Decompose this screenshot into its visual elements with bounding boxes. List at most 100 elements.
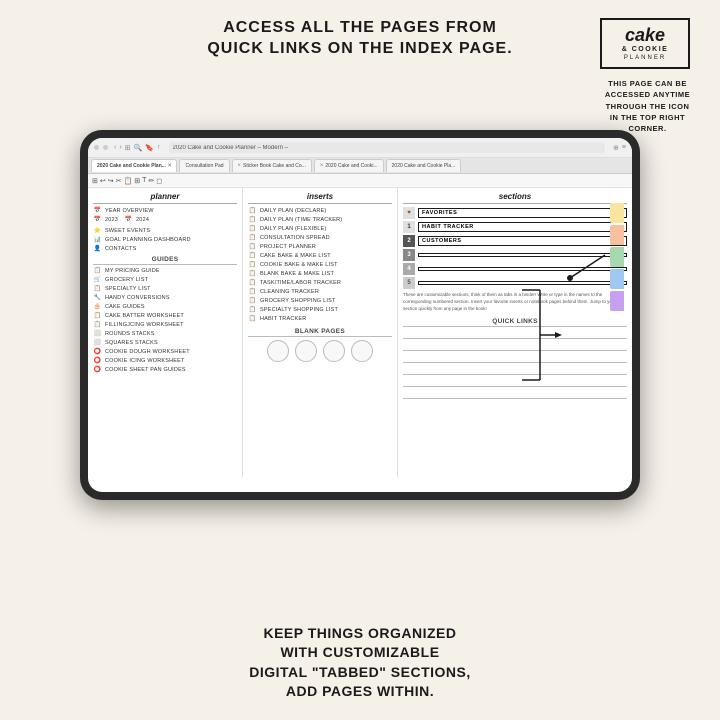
item-squares: ⬜ SQUARES STACKS [93, 339, 237, 346]
quick-link-6 [403, 391, 627, 399]
rounds-icon: ⬜ [93, 330, 102, 337]
insert-text-10: CLEANING TRACKER [260, 289, 319, 295]
blank-circle-3 [323, 340, 345, 362]
item-specialty: 📋 SPECIALTY LIST [93, 285, 237, 292]
nav-search-icon[interactable]: 🔍 [134, 144, 143, 152]
insert-specialty-shopping: 📋 SPECIALTY SHOPPING LIST [248, 306, 392, 313]
squares-icon: ⬜ [93, 339, 102, 346]
tab-5[interactable]: 2020 Cake and Cookie Pla... [386, 159, 462, 172]
tab-1[interactable]: 2020 Cake and Cookie Plan... × [91, 159, 177, 172]
cake-guides-text: CAKE GUIDES [105, 304, 145, 310]
brand-planner: PLANNER [610, 55, 680, 61]
cookie-dough-icon: ⭕ [93, 348, 102, 355]
planner-col-header: planner [93, 192, 237, 204]
section-name-2: CUSTOMERS [418, 236, 627, 246]
col-planner: planner 📅 YEAR OVERVIEW 📅 2023 📅 2024 [88, 188, 243, 477]
contacts-icon: 👤 [93, 245, 102, 252]
section-row-favorites: ♥ FAVORITES [403, 207, 627, 219]
insert-text-6: CAKE BAKE & MAKE LIST [260, 253, 331, 259]
insert-text-8: BLANK BAKE & MAKE LIST [260, 271, 334, 277]
toolbar-icon-1: ⊞ [92, 177, 98, 185]
cookie-dough-text: COOKIE DOUGH WORKSHEET [105, 349, 190, 355]
col-inserts: inserts 📋 DAILY PLAN (DECLARE) 📋 DAILY P… [243, 188, 398, 477]
icon-2023: 📅 [93, 216, 102, 223]
insert-text-2: DAILY PLAN (TIME TRACKER) [260, 217, 342, 223]
blank-pages-header: blank pages [248, 328, 392, 337]
tab-3-close-icon[interactable]: × [238, 163, 242, 169]
tab-4[interactable]: × 2020 Cake and Cooki... [314, 159, 384, 172]
browser-icon-menu[interactable]: ≡ [622, 144, 626, 151]
section-row-3: 3 [403, 249, 627, 261]
blank-circle-1 [267, 340, 289, 362]
quick-link-2 [403, 343, 627, 351]
contacts-text: CONTACTS [105, 246, 136, 252]
insert-daily-flex: 📋 DAILY PLAN (FLEXIBLE) [248, 225, 392, 232]
item-cake-guides: 🎂 CAKE GUIDES [93, 303, 237, 310]
section-row-2: 2 CUSTOMERS [403, 235, 627, 247]
tab-3[interactable]: × Sticker Book Cake and Co... [232, 159, 312, 172]
toolbar-icon-4: ✂ [116, 177, 122, 185]
sections-desc: These are customizable sections, think o… [403, 292, 627, 312]
insert-cookie-bake: 📋 COOKIE BAKE & MAKE LIST [248, 261, 392, 268]
insert-text-3: DAILY PLAN (FLEXIBLE) [260, 226, 326, 232]
item-pricing: 📋 MY PRICING GUIDE [93, 267, 237, 274]
toolbar-icon-5: 📋 [124, 177, 133, 185]
nav-bookmark-icon[interactable]: 🔖 [145, 144, 154, 152]
section-num-heart: ♥ [403, 207, 415, 219]
side-note: THIS PAGE CAN BEACCESSED ANYTIMETHROUGH … [595, 78, 700, 134]
item-contacts: 👤 CONTACTS [93, 245, 237, 252]
sweet-events-text: SWEET EVENTS [105, 228, 150, 234]
insert-icon-8: 📋 [248, 270, 257, 277]
text-2023: 2023 [105, 217, 118, 223]
nav-home-icon[interactable]: ⊞ [125, 144, 131, 152]
footer-line1: KEEP THINGS ORGANIZED [160, 624, 560, 644]
blank-circle-2 [295, 340, 317, 362]
goal-planning-icon: 📊 [93, 236, 102, 243]
cookie-icing-icon: ⭕ [93, 357, 102, 364]
browser-icon-settings[interactable]: ⊕ [613, 144, 619, 152]
item-goal-planning: 📊 GOAL PLANNING DASHBOARD [93, 236, 237, 243]
toolbar-icon-3: ↪ [108, 177, 114, 185]
address-bar[interactable]: 2020 Cake and Cookie Planner – Modern – [169, 142, 606, 153]
item-cookie-icing: ⭕ COOKIE ICING WORKSHEET [93, 357, 237, 364]
squares-text: SQUARES STACKS [105, 340, 158, 346]
item-grocery: 🛒 GROCERY LIST [93, 276, 237, 283]
section-row-1: 1 HABIT TRACKER [403, 221, 627, 233]
tab-2[interactable]: Consultation Pad [179, 159, 229, 172]
section-row-5: 5 [403, 277, 627, 289]
insert-text-12: SPECIALTY SHOPPING LIST [260, 307, 338, 313]
tab-4-close-icon[interactable]: × [320, 163, 324, 169]
address-text: 2020 Cake and Cookie Planner – Modern – [173, 145, 288, 151]
nav-share-icon[interactable]: ↑ [157, 144, 161, 152]
section-row-4: 4 [403, 263, 627, 275]
insert-icon-5: 📋 [248, 243, 257, 250]
icon-2024: 📅 [124, 216, 133, 223]
guides-label: guides [93, 256, 237, 265]
brand-logo: cake & COOKIE PLANNER [600, 18, 690, 69]
main-title: ACCESS ALL THE PAGES FROM QUICK LINKS ON… [120, 18, 600, 60]
cake-batter-icon: 📋 [93, 312, 102, 319]
item-cookie-dough: ⭕ COOKIE DOUGH WORKSHEET [93, 348, 237, 355]
cake-guides-icon: 🎂 [93, 303, 102, 310]
item-2024: 📅 2024 [124, 216, 149, 223]
right-tab-2 [610, 225, 624, 245]
nav-back-icon[interactable]: ‹ [114, 144, 116, 152]
quick-link-3 [403, 355, 627, 363]
specialty-text: SPECIALTY LIST [105, 286, 151, 292]
insert-text-13: HABIT TRACKER [260, 316, 306, 322]
item-year-overview: 📅 YEAR OVERVIEW [93, 207, 237, 214]
year-overview-text: YEAR OVERVIEW [105, 208, 154, 214]
item-filling: 📋 FILLINGJCING WORKSHEET [93, 321, 237, 328]
sweet-events-icon: ⭐ [93, 227, 102, 234]
sections-col-header: sections [403, 192, 627, 204]
footer-line2: WITH CUSTOMIZABLE [160, 643, 560, 663]
insert-icon-4: 📋 [248, 234, 257, 241]
nav-forward-icon[interactable]: › [119, 144, 121, 152]
tab-1-close[interactable]: × [168, 163, 172, 169]
section-num-4: 4 [403, 263, 415, 275]
conversions-text: HANDY CONVERSIONS [105, 295, 170, 301]
tablet-wrapper: ‹ › ⊞ 🔍 🔖 ↑ 2020 Cake and Cookie Planner… [80, 130, 640, 500]
insert-consultation: 📋 CONSULTATION SPREAD [248, 234, 392, 241]
tablet-outer: ‹ › ⊞ 🔍 🔖 ↑ 2020 Cake and Cookie Planner… [80, 130, 640, 500]
insert-icon-11: 📋 [248, 297, 257, 304]
